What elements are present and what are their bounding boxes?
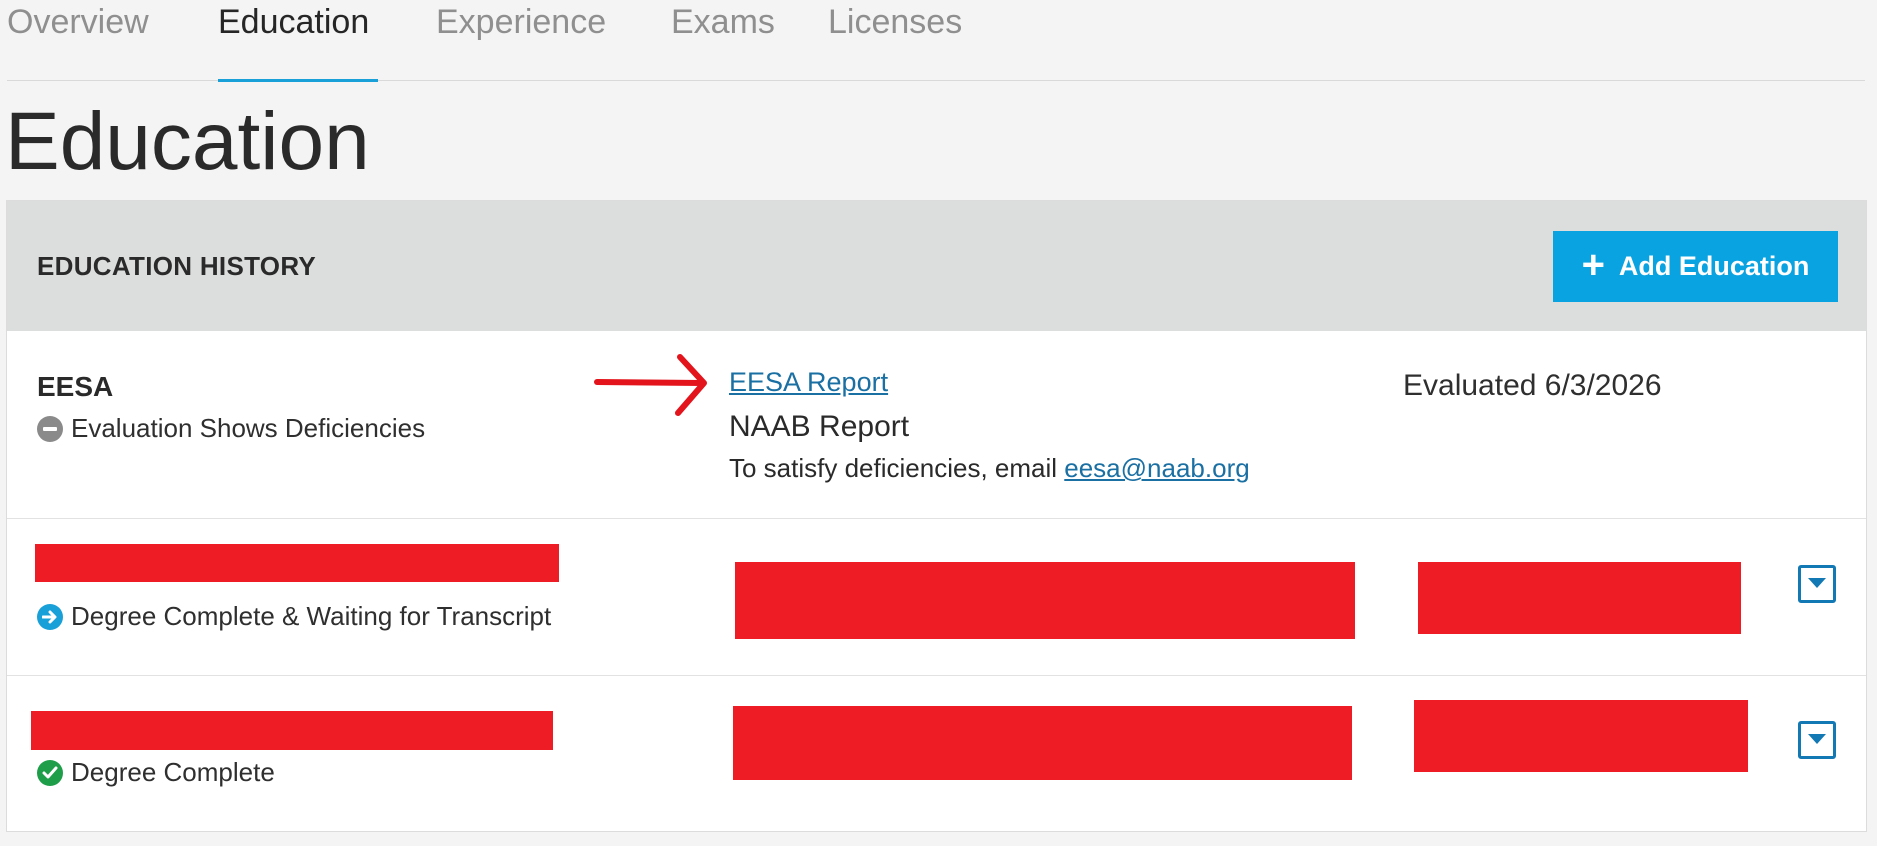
expand-row-button[interactable] [1798,721,1836,759]
redacted-details [735,562,1355,639]
education-row: Degree Complete & Waiting for Transcript [7,518,1866,675]
education-row: Degree Complete [7,675,1866,832]
expand-row-button[interactable] [1798,565,1836,603]
redacted-details [733,706,1352,780]
panel-header: EDUCATION HISTORY + Add Education [7,201,1866,331]
plus-icon: + [1581,242,1605,287]
redacted-school-name [35,544,559,582]
deficiency-email-line: To satisfy deficiencies, email eesa@naab… [729,453,1250,484]
panel-title: EDUCATION HISTORY [37,251,317,281]
evaluated-date: Evaluated 6/3/2026 [1403,369,1662,402]
annotation-arrow-icon [594,354,707,416]
tab-licenses[interactable]: Licenses [828,0,962,81]
report-source: NAAB Report [729,410,910,443]
email-prefix: To satisfy deficiencies, email [729,453,1058,483]
chevron-down-icon [1808,575,1826,593]
status-line: Degree Complete [37,757,275,788]
status-line: Degree Complete & Waiting for Transcript [37,601,551,632]
school-name: EESA [37,371,114,402]
minus-circle-icon [37,415,63,442]
status-line: Evaluation Shows Deficiencies [37,413,425,444]
arrow-right-circle-icon [37,603,63,630]
redacted-date [1418,562,1741,634]
page-title: Education [5,96,370,187]
section-tabs: Overview Education Experience Exams Lice… [7,0,1865,82]
tab-exams[interactable]: Exams [671,0,775,81]
add-education-button[interactable]: + Add Education [1553,231,1838,302]
chevron-down-icon [1808,731,1826,749]
status-text: Degree Complete [71,757,275,787]
status-text: Evaluation Shows Deficiencies [71,413,426,443]
education-row-eesa: EESA Evaluation Shows Deficiencies EESA … [7,331,1866,518]
eesa-report-link[interactable]: EESA Report [729,367,888,398]
add-education-label: Add Education [1618,251,1810,281]
tab-experience[interactable]: Experience [436,0,606,81]
redacted-school-name [31,711,553,750]
redacted-date [1414,700,1748,772]
status-text: Degree Complete & Waiting for Transcript [71,601,552,631]
tab-education[interactable]: Education [218,0,378,82]
email-link[interactable]: eesa@naab.org [1064,453,1249,483]
tab-overview[interactable]: Overview [7,0,149,81]
education-history-panel: EDUCATION HISTORY + Add Education EESA E… [6,200,1867,832]
check-circle-icon [37,759,63,786]
